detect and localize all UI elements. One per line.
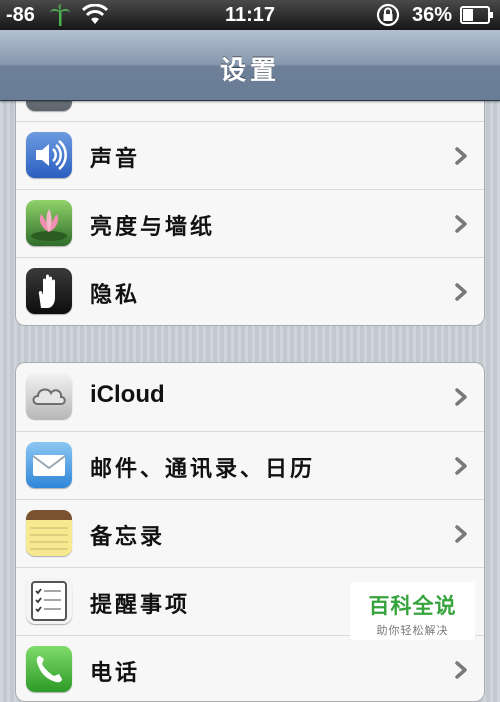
privacy-hand-icon (26, 268, 72, 314)
rotation-lock-icon (376, 3, 400, 27)
settings-row-label: 电话 (90, 661, 141, 686)
battery-icon (460, 6, 493, 24)
battery-percentage: 36% (412, 4, 453, 26)
settings-row-mail-contacts-calendars[interactable]: 邮件、通讯录、日历 (16, 431, 484, 499)
settings-row-privacy[interactable]: 隐私 (16, 257, 484, 325)
watermark: 百科全说 助你轻松解决 (350, 582, 475, 640)
navigation-bar: 设置 (0, 30, 500, 101)
settings-group-2: iCloud 邮件、通讯录、日历 备忘录 提醒事项 电话 (15, 362, 485, 702)
settings-row-icloud[interactable]: iCloud (16, 363, 484, 431)
reminders-icon (26, 578, 72, 624)
wallpaper-icon (26, 200, 72, 246)
page-title: 设置 (219, 56, 280, 86)
settings-row-label: iCloud (90, 381, 165, 408)
chevron-right-icon (455, 661, 467, 679)
sound-icon (26, 132, 72, 178)
mail-icon (26, 442, 72, 488)
settings-group-1: 声音 亮度与墙纸 隐私 (15, 76, 485, 326)
settings-row-notes[interactable]: 备忘录 (16, 499, 484, 567)
settings-row-label: 亮度与墙纸 (90, 215, 216, 240)
chevron-right-icon (455, 525, 467, 543)
settings-row-label: 备忘录 (90, 525, 166, 550)
settings-row-sound[interactable]: 声音 (16, 121, 484, 189)
phone-icon (26, 646, 72, 692)
chevron-right-icon (455, 283, 467, 301)
settings-row-label: 提醒事项 (90, 593, 191, 618)
chevron-right-icon (455, 215, 467, 233)
icloud-icon (26, 373, 72, 419)
settings-row-label: 隐私 (90, 283, 141, 308)
watermark-subtitle: 助你轻松解决 (376, 624, 449, 637)
settings-row-label: 声音 (90, 147, 141, 172)
settings-row-phone[interactable]: 电话 (16, 635, 484, 701)
settings-row-brightness-wallpaper[interactable]: 亮度与墙纸 (16, 189, 484, 257)
chevron-right-icon (455, 457, 467, 475)
chevron-right-icon (455, 147, 467, 165)
status-bar: -86 11:17 36% (0, 0, 500, 30)
settings-row-label: 邮件、通讯录、日历 (90, 457, 316, 482)
chevron-right-icon (455, 388, 467, 406)
watermark-title: 百科全说 (368, 594, 457, 618)
notes-icon (26, 510, 72, 556)
